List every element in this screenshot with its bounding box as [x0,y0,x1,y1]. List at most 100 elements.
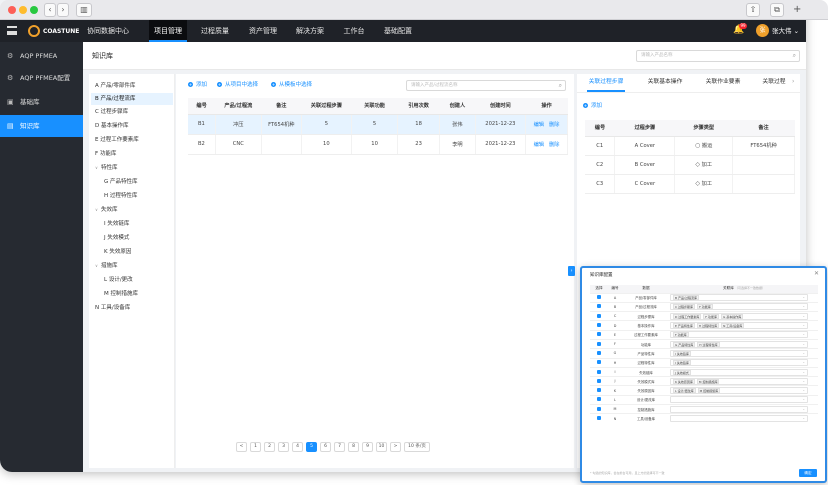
sidebar-item-aqp-pfmea-config[interactable]: ⚙ AQP PFMEA配置 [0,67,83,89]
tree-node-j[interactable]: J 失效模式 [104,232,129,244]
tree-node-m[interactable]: M 控制措施库 [104,288,138,300]
sidebar-toggle-icon[interactable]: ▥ [76,3,92,17]
checkbox-checked-icon[interactable] [597,397,601,402]
nav-item-project[interactable]: 项目管理 [149,20,187,42]
tag[interactable]: H 过程特性库 [697,341,720,347]
checkbox-checked-icon[interactable] [597,313,601,318]
tree-node-e[interactable]: E 过程工作要素库 [95,134,139,146]
tag[interactable]: C 过程步骤库 [673,304,696,310]
select-from-template-button[interactable]: + 从模板中选择 [271,80,312,90]
config-row[interactable]: G 产品特性库 I 失效链库 ⌄ [590,348,818,359]
tree-node-c[interactable]: C 过程步骤库 [95,106,128,118]
tree-node-k[interactable]: K 失效原因 [104,246,131,258]
search-icon[interactable]: ⌕ [793,52,796,60]
related-library-select[interactable]: F 功能库 ⌄ [670,331,808,339]
checkbox-checked-icon[interactable] [597,341,601,346]
config-row[interactable]: D 基本操作库 E 产品特性库 H 过程特性库 N 工具/设备库 ⌄ [590,320,818,331]
tag[interactable]: K 失效原因库 [673,378,695,384]
tree-node-l[interactable]: L 设计/更改 [104,274,133,286]
tree-node-char[interactable]: ∨ 特性库 [95,162,117,174]
page-button[interactable]: 7 [334,442,345,452]
related-library-select[interactable]: K 失效原因库 M 控制措施库 ⌄ [670,377,808,385]
tree-node-a[interactable]: A 产品/零部件库 [95,80,135,92]
page-button[interactable]: 6 [320,442,331,452]
related-library-select[interactable]: E 产品特性库 H 过程特性库 N 工具/设备库 ⌄ [670,322,808,330]
tree-node-g[interactable]: G 产品特性库 [104,176,138,188]
config-row[interactable]: K 失效原因库 L 设计/更改库 M 控制措施库 ⌄ [590,385,818,396]
config-row[interactable]: F 功能库 G 产品特性库 H 过程特性库 ⌄ [590,338,818,349]
tag[interactable]: M 控制措施库 [696,378,720,384]
tree-node-i[interactable]: I 失效链库 [104,218,129,230]
page-button[interactable]: 8 [348,442,359,452]
tree-node-h[interactable]: H 过程特性库 [104,190,137,202]
tag[interactable]: H 过程特性库 [696,323,720,329]
page-button[interactable]: 9 [362,442,373,452]
edit-link[interactable]: 编辑 [534,122,544,128]
tab-basic-ops[interactable]: 关联基本操作 [645,74,685,92]
close-icon[interactable]: ✕ [814,270,819,277]
next-page-button[interactable]: > [390,442,401,452]
delete-link[interactable]: 删除 [549,142,559,148]
close-window-icon[interactable] [8,6,16,14]
table-row[interactable]: B1 冲压 FT654机种 5 5 18 张伟 2021-12-23 编辑 删除 [188,114,568,135]
config-row[interactable]: N 工具/设备库 ⌄ [590,413,818,424]
checkbox-checked-icon[interactable] [597,378,601,383]
related-library-select[interactable]: ⌄ [670,405,808,413]
new-tab-icon[interactable]: + [793,4,801,15]
page-button[interactable]: 4 [292,442,303,452]
page-button[interactable]: 10 [376,442,387,452]
tabs-icon[interactable]: ⧉ [770,3,784,17]
config-row[interactable]: E 过程工作要素库 F 功能库 ⌄ [590,329,818,340]
page-size-select[interactable]: 10 条/页 [404,442,430,452]
nav-item-quality[interactable]: 过程质量 [196,20,234,42]
tab-work-elements[interactable]: 关联作业要素 [703,74,743,92]
minimize-window-icon[interactable] [19,6,27,14]
tab-process-steps[interactable]: 关联过程步骤 [587,74,625,92]
related-library-select[interactable]: I 失效链库 ⌄ [670,359,808,367]
tag[interactable]: F 功能库 [703,313,719,319]
add-step-button[interactable]: + 添加 [583,101,602,111]
checkbox-checked-icon[interactable] [597,323,601,328]
checkbox-checked-icon[interactable] [597,388,601,393]
checkbox-checked-icon[interactable] [597,360,601,365]
nav-item-assets[interactable]: 资产管理 [244,20,282,42]
config-row[interactable]: B 产品/过程流库 C 过程步骤库 F 功能库 ⌄ [590,301,818,312]
checkbox-checked-icon[interactable] [597,304,601,309]
table-row[interactable]: B2 CNC 10 10 23 李明 2021-12-23 编辑 删除 [188,134,568,155]
related-library-select[interactable]: L 设计/更改库 M 控制措施库 ⌄ [670,387,808,395]
tree-node-measures[interactable]: ∨ 措施库 [95,260,117,272]
tag[interactable]: F 功能库 [697,304,713,310]
checkbox-checked-icon[interactable] [597,406,601,411]
tag[interactable]: B 产品/过程流库 [673,295,700,301]
username[interactable]: 张大伟 ⌄ [772,20,799,42]
checkbox-checked-icon[interactable] [597,295,601,300]
tag[interactable]: I 失效链库 [673,350,691,356]
tag[interactable]: F 功能库 [673,332,689,338]
table-row[interactable]: C3 C Cover ◇ 加工 [585,174,795,194]
checkbox-checked-icon[interactable] [597,369,601,374]
config-row[interactable]: L 设计/更改库 ⌄ [590,394,818,405]
nav-item-solutions[interactable]: 解决方案 [291,20,329,42]
nav-item-workbench[interactable]: 工作台 [338,20,370,42]
product-search-input[interactable]: 请输入产品名称 ⌕ [636,50,800,62]
menu-icon[interactable] [7,26,17,35]
maximize-window-icon[interactable] [30,6,38,14]
related-library-select[interactable]: B 产品/过程流库 ⌄ [670,294,808,302]
table-row[interactable]: C1 A Cover ○ 搬运 FT654机种 [585,136,795,156]
tag[interactable]: I 失效链库 [673,360,691,366]
related-library-select[interactable]: J 失效模式 ⌄ [670,368,808,376]
checkbox-checked-icon[interactable] [597,332,601,337]
page-button[interactable]: 1 [250,442,261,452]
delete-link[interactable]: 删除 [549,122,559,128]
nav-item-config[interactable]: 基础配置 [379,20,417,42]
tree-node-f[interactable]: F 功能库 [95,148,116,160]
tree-node-b[interactable]: B 产品/过程流库 [91,93,173,105]
related-library-select[interactable]: G 产品特性库 H 过程特性库 ⌄ [670,340,808,348]
search-icon[interactable]: ⌕ [559,82,562,90]
sidebar-item-knowledge[interactable]: ▤ 知识库 [0,115,83,137]
config-row[interactable]: C 过程步骤库 D 过程工作要素库 F 功能库 G 基本操作库 ⌄ [590,311,818,321]
collapse-panel-button[interactable]: › [568,266,575,276]
tag[interactable]: E 产品特性库 [673,323,695,329]
tag[interactable]: G 基本操作库 [720,313,744,319]
sidebar-item-aqp-pfmea[interactable]: ⚙ AQP PFMEA [0,45,83,67]
